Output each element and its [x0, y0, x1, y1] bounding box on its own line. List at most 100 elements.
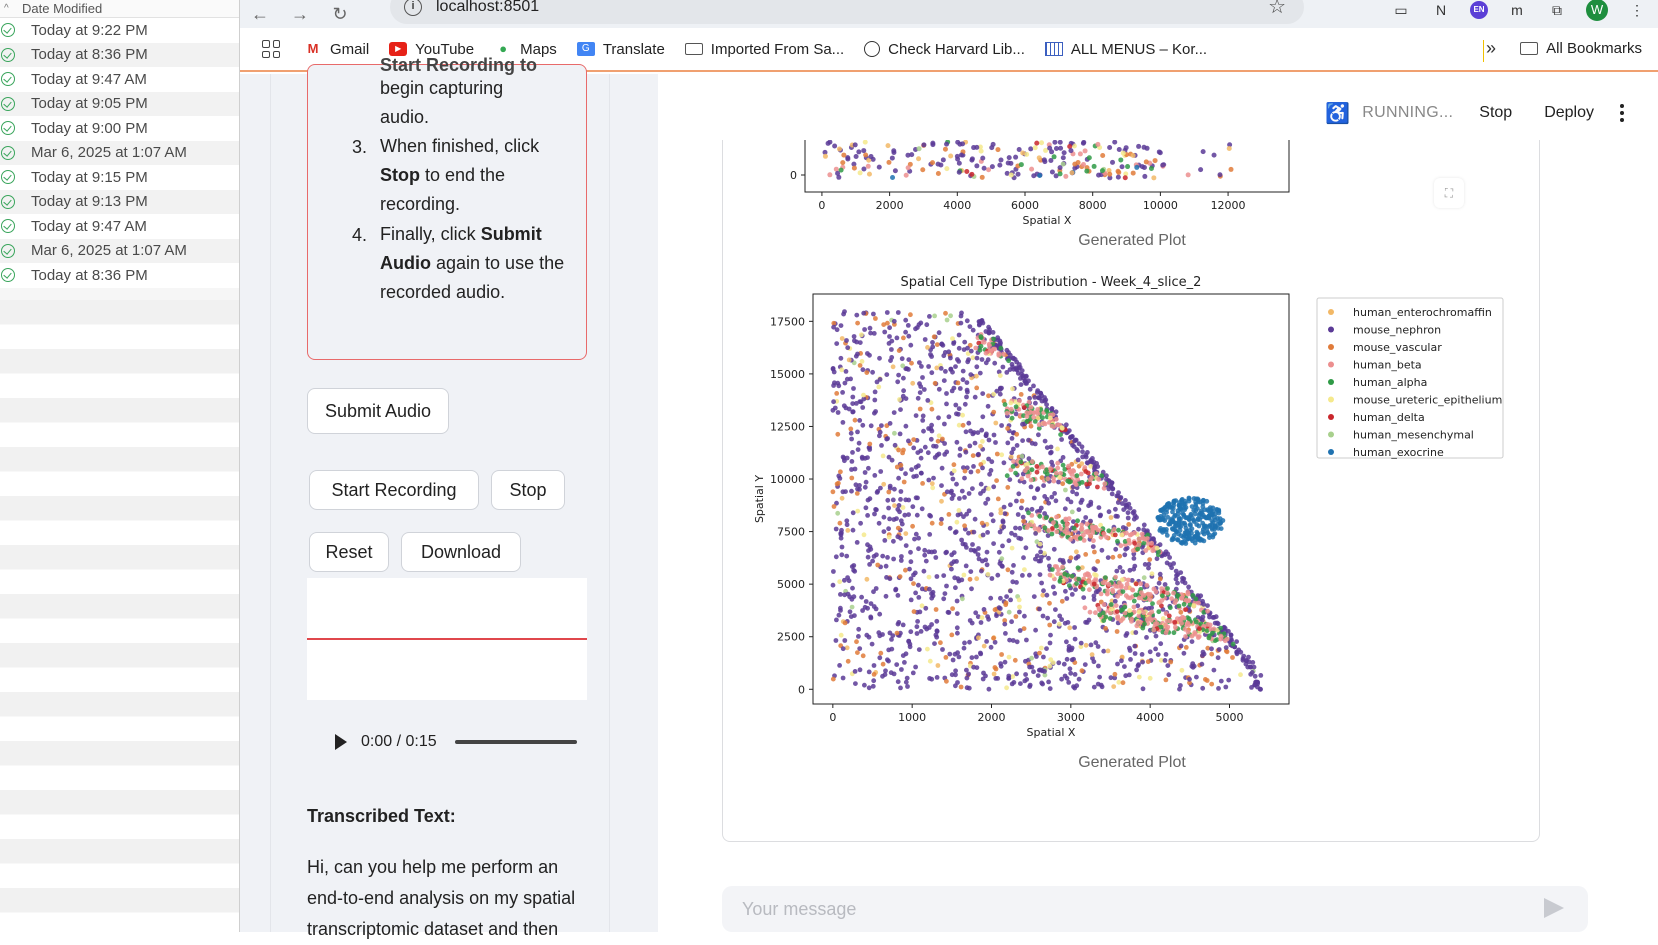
scatter-point [942, 591, 948, 596]
reader-icon[interactable]: ▭ [1390, 1, 1412, 19]
audio-progress-bar[interactable] [454, 740, 577, 744]
finder-row[interactable]: Today at 8:36 PM [0, 263, 239, 288]
finder-row[interactable]: Today at 9:22 PM [0, 18, 239, 43]
y-tick-label: 2500 [777, 631, 805, 644]
scatter-point [881, 322, 887, 327]
extensions-bar: ▭ N EN m ⧉ W ⋮ [1390, 0, 1648, 21]
scatter-point [1027, 572, 1032, 578]
fullscreen-icon[interactable]: ⛶ [1434, 178, 1464, 208]
scatter-point [968, 569, 974, 574]
m-extension-icon[interactable]: m [1506, 1, 1528, 19]
scatter-point [838, 355, 844, 361]
scatter-point [1115, 500, 1121, 505]
puzzle-extensions-icon[interactable]: ⧉ [1546, 1, 1568, 19]
address-bar[interactable]: i localhost:8501 ☆ [390, 0, 1304, 24]
scatter-point [1001, 504, 1007, 510]
apps-grid-icon[interactable] [262, 40, 280, 58]
scatter-point [915, 450, 921, 455]
back-icon[interactable]: ← [240, 4, 280, 25]
scatter-point [930, 485, 936, 491]
scatter-point [974, 163, 980, 169]
scatter-point [996, 549, 1002, 555]
submit-audio-button[interactable]: Submit Audio [307, 388, 449, 434]
finder-row[interactable]: Today at 8:36 PM [0, 42, 239, 67]
x-tick-label: 8000 [1079, 199, 1107, 212]
bookmark-star-icon[interactable]: ☆ [1268, 0, 1286, 19]
date-modified-value: Mar 6, 2025 at 1:07 AM [31, 144, 187, 162]
profile-avatar-icon[interactable]: W [1586, 0, 1608, 21]
scatter-point [960, 141, 966, 147]
scatter-point [1117, 580, 1122, 586]
scatter-point [1142, 173, 1148, 179]
reset-button[interactable]: Reset [309, 532, 389, 572]
finder-row[interactable]: Mar 6, 2025 at 1:07 AM [0, 238, 239, 263]
finder-row[interactable]: Today at 9:47 AM [0, 67, 239, 92]
scatter-point [1017, 525, 1023, 531]
scatter-point [868, 330, 873, 336]
header-stop-button[interactable]: Stop [1479, 104, 1512, 122]
reload-icon[interactable]: ↻ [320, 4, 360, 25]
language-en-icon[interactable]: EN [1470, 1, 1488, 19]
browser-menu-icon[interactable]: ⋮ [1626, 1, 1648, 19]
play-icon[interactable] [335, 734, 347, 750]
date-modified-header[interactable]: ^ Date Modified [0, 0, 239, 18]
scatter-point [1166, 521, 1172, 527]
scatter-point [881, 529, 887, 534]
scatter-point [1206, 635, 1212, 641]
scatter-point [1170, 506, 1176, 511]
more-bookmarks-icon[interactable]: » [1486, 38, 1496, 59]
finder-row[interactable]: Today at 9:00 PM [0, 116, 239, 141]
scatter-point [886, 647, 892, 653]
finder-row[interactable]: Today at 9:47 AM [0, 214, 239, 239]
scatter-point [1099, 547, 1105, 553]
player-time: 0:00 / 0:15 [361, 733, 437, 750]
chat-input[interactable]: Your message [722, 886, 1588, 932]
scatter-point [1081, 595, 1087, 600]
finder-row[interactable]: Today at 9:13 PM [0, 189, 239, 214]
scatter-point [1109, 491, 1115, 497]
finder-row[interactable]: Today at 9:15 PM [0, 165, 239, 190]
scatter-point [906, 357, 912, 362]
notion-icon[interactable]: N [1430, 1, 1452, 19]
scatter-point [1013, 614, 1019, 619]
scatter-point [1074, 473, 1080, 479]
scatter-point [1022, 613, 1027, 619]
send-icon[interactable] [1544, 898, 1564, 918]
site-info-icon[interactable]: i [404, 0, 422, 16]
all-bookmarks-button[interactable]: All Bookmarks [1520, 40, 1642, 57]
bookmark-translate[interactable]: G Translate [576, 41, 665, 58]
bookmark-all-menus[interactable]: ALL MENUS – Kor... [1044, 41, 1207, 58]
scatter-point [1076, 441, 1082, 447]
finder-row[interactable]: Today at 9:05 PM [0, 91, 239, 116]
scatter-point [983, 360, 989, 366]
scatter-point [1051, 154, 1057, 160]
bookmark-gmail[interactable]: M Gmail [304, 41, 370, 58]
scatter-point [1020, 421, 1025, 427]
scatter-point [1119, 658, 1124, 664]
scatter-point [920, 481, 925, 486]
bookmark-label: Check Harvard Lib... [888, 40, 1025, 58]
scatter-point [1054, 514, 1059, 520]
forward-icon[interactable]: → [280, 4, 320, 25]
deploy-button[interactable]: Deploy [1544, 104, 1594, 122]
scatter-point [1041, 588, 1046, 594]
scatter-point [1011, 563, 1016, 568]
download-button[interactable]: Download [401, 532, 521, 572]
legend-marker [1328, 379, 1334, 385]
main-menu-icon[interactable] [1620, 104, 1624, 122]
scatter-point [1064, 656, 1070, 662]
legend-label: human_alpha [1353, 376, 1427, 389]
bookmark-harvard[interactable]: Check Harvard Lib... [864, 41, 1025, 58]
start-recording-button[interactable]: Start Recording [309, 470, 479, 510]
scatter-point [960, 377, 966, 383]
scatter-point [870, 558, 875, 564]
scatter-point [1140, 659, 1145, 665]
scatter-point [1211, 667, 1217, 673]
finder-row[interactable]: Mar 6, 2025 at 1:07 AM [0, 140, 239, 165]
scatter-point [1184, 537, 1190, 542]
stop-recording-button[interactable]: Stop [491, 470, 565, 510]
scatter-point [863, 505, 869, 511]
scatter-point [913, 495, 919, 501]
scatter-point [891, 148, 897, 154]
bookmark-imported-folder[interactable]: Imported From Sa... [684, 41, 844, 58]
